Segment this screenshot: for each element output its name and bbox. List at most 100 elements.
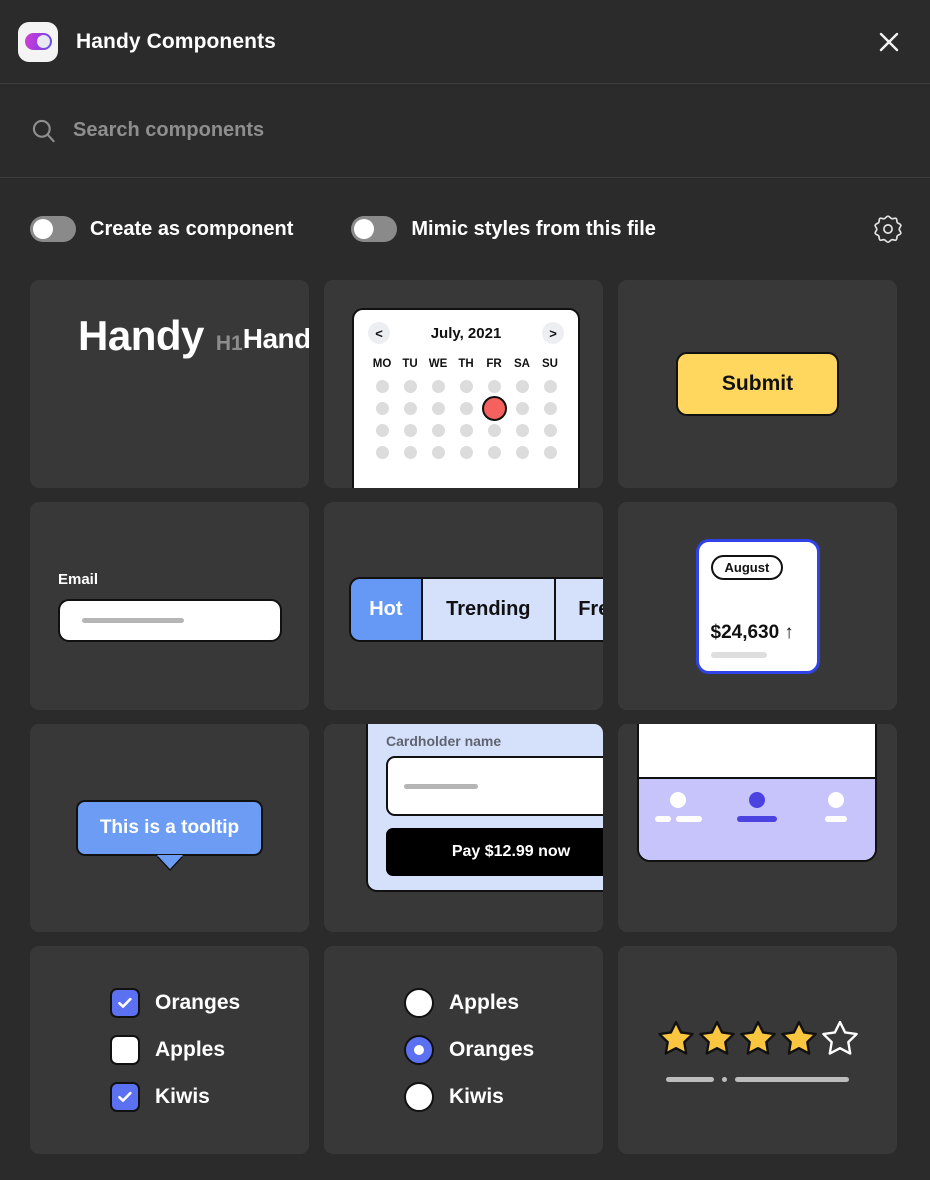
bottom-nav-widget (637, 724, 877, 862)
checkbox-row-apples[interactable]: Apples (110, 1035, 225, 1065)
mimic-styles-label: Mimic styles from this file (411, 217, 656, 240)
calendar-day[interactable] (515, 424, 529, 437)
card-tooltip[interactable]: This is a tooltip (30, 724, 309, 932)
calendar-weekday: SA (514, 358, 530, 370)
stat-widget: August $24,630 ↑ (695, 538, 820, 674)
calendar-day[interactable] (487, 380, 501, 393)
settings-button[interactable] (868, 209, 908, 249)
calendar-day[interactable] (375, 424, 389, 437)
components-grid: Handy H1 Handy H2 Handy H3 Handy H4 < Ju… (0, 280, 930, 1154)
calendar-day[interactable] (459, 402, 473, 415)
placeholder-bar (404, 783, 478, 789)
option-create-as-component[interactable]: Create as component (30, 216, 293, 242)
calendar-day[interactable] (431, 424, 445, 437)
checkbox-apples[interactable] (110, 1035, 140, 1065)
card-payment-form[interactable]: Cardholder name Pay $12.99 now (324, 724, 603, 932)
card-rating[interactable] (618, 946, 897, 1154)
calendar-day[interactable] (515, 446, 529, 459)
checkbox-oranges[interactable] (110, 988, 140, 1018)
calendar-day[interactable] (375, 380, 389, 393)
star-filled-icon[interactable] (780, 1019, 818, 1057)
calendar-day[interactable] (487, 424, 501, 437)
calendar-day-selected[interactable] (481, 396, 507, 421)
calendar-weekday: FR (486, 358, 502, 370)
calendar-day[interactable] (375, 446, 389, 459)
cardholder-field[interactable] (386, 756, 603, 816)
card-button[interactable]: Submit (618, 280, 897, 488)
nav-line (675, 816, 702, 822)
star-empty-icon[interactable] (821, 1019, 859, 1057)
close-icon (879, 32, 899, 51)
calendar-day[interactable] (543, 402, 557, 415)
radio-row-oranges[interactable]: Oranges (404, 1035, 534, 1065)
calendar-day[interactable] (515, 402, 529, 415)
calendar-day[interactable] (459, 446, 473, 459)
calendar-day[interactable] (543, 380, 557, 393)
options-bar: Create as component Mimic styles from th… (0, 178, 930, 280)
search-input[interactable] (73, 119, 900, 142)
calendar-day[interactable] (543, 424, 557, 437)
nav-item-2-active[interactable] (718, 792, 797, 822)
slider-widget[interactable] (666, 1076, 849, 1082)
option-mimic-styles[interactable]: Mimic styles from this file (351, 216, 656, 242)
calendar-next-button[interactable]: > (541, 322, 564, 344)
calendar-day[interactable] (431, 446, 445, 459)
radio-oranges[interactable] (404, 1035, 434, 1065)
cardholder-label: Cardholder name (386, 733, 502, 749)
slider-handle[interactable] (722, 1076, 727, 1082)
card-typography[interactable]: Handy H1 Handy H2 Handy H3 Handy H4 (30, 280, 309, 488)
create-as-component-toggle[interactable] (30, 216, 76, 242)
mimic-styles-toggle[interactable] (351, 216, 398, 242)
calendar-day[interactable] (403, 402, 417, 415)
nav-label-lines (654, 816, 702, 822)
calendar-day[interactable] (403, 446, 417, 459)
checkbox-label: Oranges (155, 991, 241, 1014)
arrow-up-icon: ↑ (784, 621, 794, 643)
card-segmented-control[interactable]: Hot Trending Fresh (324, 502, 603, 710)
star-rating[interactable] (657, 1019, 859, 1057)
card-checkbox-group[interactable]: Oranges Apples Kiwis (30, 946, 309, 1154)
calendar-header: < July, 2021 > (368, 322, 564, 344)
star-filled-icon[interactable] (739, 1019, 777, 1057)
star-filled-icon[interactable] (657, 1019, 695, 1057)
card-bottom-nav[interactable] (618, 724, 897, 932)
toggle-switch-icon (24, 33, 52, 50)
radio-kiwis[interactable] (404, 1082, 434, 1112)
nav-item-3[interactable] (796, 792, 875, 822)
calendar-day[interactable] (431, 380, 445, 393)
tab-fresh[interactable]: Fresh (555, 579, 603, 640)
star-filled-icon[interactable] (698, 1019, 736, 1057)
nav-item-1[interactable] (639, 792, 718, 822)
calendar-weekday: MO (372, 358, 392, 370)
checkbox-row-oranges[interactable]: Oranges (110, 988, 240, 1018)
radio-row-apples[interactable]: Apples (404, 988, 519, 1018)
checkbox-kiwis[interactable] (110, 1082, 140, 1112)
tab-hot[interactable]: Hot (351, 579, 423, 640)
card-calendar[interactable]: < July, 2021 > MO TU WE TH FR SA SU (324, 280, 603, 488)
checkbox-row-kiwis[interactable]: Kiwis (110, 1082, 210, 1112)
calendar-prev-button[interactable]: < (368, 322, 390, 344)
calendar-day[interactable] (543, 446, 557, 459)
calendar-day[interactable] (375, 402, 389, 415)
calendar-day[interactable] (459, 424, 473, 437)
tab-trending[interactable]: Trending (422, 579, 556, 640)
calendar-day[interactable] (431, 402, 445, 415)
calendar-day[interactable] (515, 380, 529, 393)
radio-apples[interactable] (404, 988, 434, 1018)
tooltip-arrow-icon (156, 855, 183, 869)
card-text-field[interactable]: Email (30, 502, 309, 710)
radio-row-kiwis[interactable]: Kiwis (404, 1082, 504, 1112)
email-field[interactable] (58, 598, 282, 642)
card-stat[interactable]: August $24,630 ↑ (618, 502, 897, 710)
close-button[interactable] (870, 23, 908, 61)
gear-icon (874, 215, 902, 244)
calendar-day[interactable] (403, 380, 417, 393)
pay-button[interactable]: Pay $12.99 now (386, 828, 603, 876)
calendar-day[interactable] (487, 446, 501, 459)
bottom-nav-bar (639, 777, 875, 860)
calendar-day[interactable] (459, 380, 473, 393)
submit-button[interactable]: Submit (675, 352, 840, 416)
calendar-day[interactable] (403, 424, 417, 437)
card-radio-group[interactable]: Apples Oranges Kiwis (324, 946, 603, 1154)
slider-track-left (666, 1076, 714, 1082)
